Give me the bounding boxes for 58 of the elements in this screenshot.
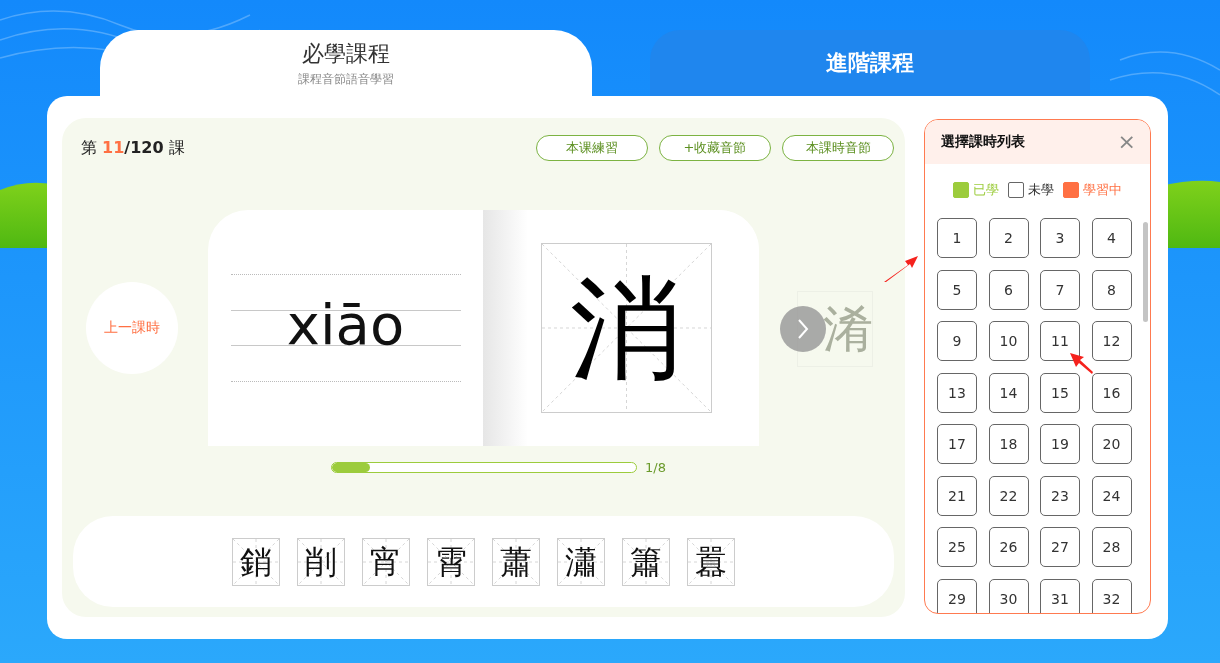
lesson-tile[interactable]: 26	[988, 527, 1029, 567]
lesson-tile[interactable]: 13	[937, 372, 977, 413]
progress-reading: 1/8	[645, 459, 666, 475]
lesson-tile[interactable]: 18	[988, 424, 1029, 464]
lesson-tile[interactable]: 7	[1040, 269, 1080, 310]
lesson-tile[interactable]: 29	[937, 578, 977, 613]
character-tile[interactable]: 簫	[622, 537, 670, 586]
lesson-tile[interactable]: 17	[937, 424, 977, 464]
lesson-tile[interactable]: 28	[1091, 527, 1132, 567]
next-button[interactable]	[780, 306, 826, 352]
lesson-tile[interactable]: 27	[1040, 527, 1080, 567]
lesson-tile[interactable]: 30	[988, 578, 1029, 613]
lesson-tile[interactable]: 6	[988, 269, 1029, 310]
panel-title: 選擇課時列表	[941, 133, 1025, 151]
character-tile[interactable]: 囂	[687, 537, 735, 586]
character-tile[interactable]: 削	[297, 537, 345, 586]
character-tile[interactable]: 宵	[362, 537, 410, 586]
lesson-tile[interactable]: 4	[1091, 218, 1132, 258]
lesson-tile[interactable]: 5	[937, 269, 977, 310]
lesson-tile[interactable]: 15	[1040, 372, 1080, 413]
lesson-tile[interactable]: 21	[937, 475, 977, 516]
lesson-tile[interactable]: 16	[1091, 372, 1132, 413]
lesson-tile[interactable]: 19	[1040, 424, 1080, 464]
lesson-tile[interactable]: 10	[988, 321, 1029, 361]
arrow-icon	[883, 255, 919, 283]
legend-label: 學習中	[1083, 181, 1122, 199]
lesson-tile[interactable]: 11	[1040, 321, 1080, 361]
pinyin-text: xiāo	[285, 291, 406, 359]
lesson-tile[interactable]: 31	[1040, 578, 1080, 613]
lesson-tile[interactable]: 14	[988, 372, 1029, 413]
character-grid: 消	[540, 243, 712, 413]
lesson-tile[interactable]: 1	[937, 218, 977, 258]
scrollbar[interactable]	[1143, 222, 1148, 322]
arrow-icon	[1069, 352, 1093, 376]
lesson-tile[interactable]: 3	[1040, 218, 1080, 258]
character-tile[interactable]: 銷	[232, 537, 280, 586]
lesson-tile[interactable]: 32	[1091, 578, 1132, 613]
action-button[interactable]: +收藏音節	[659, 135, 771, 161]
lesson-tile[interactable]: 22	[988, 475, 1029, 516]
lesson-tile[interactable]: 2	[988, 218, 1029, 258]
lesson-tile[interactable]: 9	[937, 321, 977, 361]
character-tile[interactable]: 瀟	[557, 537, 605, 586]
lesson-tile[interactable]: 8	[1091, 269, 1132, 310]
lesson-tile[interactable]: 23	[1040, 475, 1080, 516]
character-tile[interactable]: 蕭	[492, 537, 540, 586]
legend-label: 已學	[973, 181, 999, 199]
lesson-tile[interactable]: 24	[1091, 475, 1132, 516]
lesson-tile[interactable]: 20	[1091, 424, 1132, 464]
character-tile[interactable]: 霄	[427, 537, 475, 586]
lesson-tile[interactable]: 25	[937, 527, 977, 567]
course-tab[interactable]: 進階課程	[650, 30, 1090, 96]
chevron-right-icon	[796, 318, 810, 340]
action-button[interactable]: 本课練習	[536, 135, 648, 161]
action-button[interactable]: 本課時音節	[782, 135, 894, 161]
legend-label: 未學	[1028, 181, 1054, 199]
lesson-counter: 第 11/120 課	[81, 137, 185, 159]
course-tab[interactable]: 必學課程 課程音節語音學習	[100, 30, 592, 96]
lesson-tile[interactable]: 12	[1091, 321, 1132, 361]
